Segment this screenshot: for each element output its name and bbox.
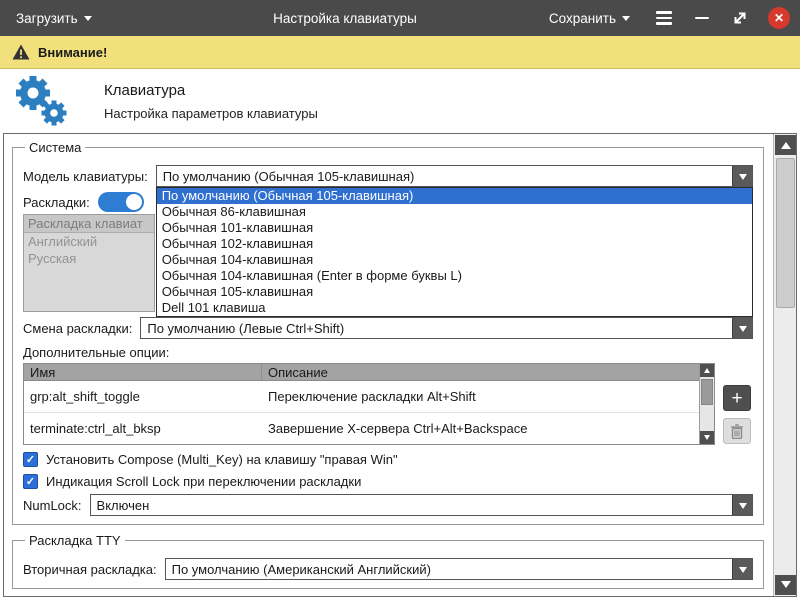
model-dropdown-list: По умолчанию (Обычная 105-клавишная)Обыч… (156, 187, 753, 317)
tty-group-label: Раскладка TTY (25, 533, 125, 548)
layout-list-item: Русская (24, 250, 154, 267)
close-button[interactable]: ✕ (768, 7, 790, 29)
options-table-area: Имя Описание grp:alt_shift_toggleПереклю… (23, 363, 753, 445)
switch-value: По умолчанию (Левые Ctrl+Shift) (141, 318, 732, 338)
hamburger-icon (656, 11, 672, 14)
system-group-label: Система (25, 140, 85, 155)
hamburger-menu-button[interactable] (654, 8, 674, 28)
expand-icon (732, 10, 748, 26)
model-option[interactable]: Обычная 102-клавишная (157, 236, 752, 252)
model-value: По умолчанию (Обычная 105-клавишная) (157, 166, 732, 186)
options-table-scrollbar[interactable] (699, 364, 714, 444)
load-menu-button[interactable]: Загрузить (10, 6, 98, 31)
scrolllock-checkbox-label[interactable]: Индикация Scroll Lock при переключении р… (46, 474, 361, 489)
window-title: Настройка клавиатуры (150, 11, 540, 26)
model-option[interactable]: Обычная 86-клавишная (157, 204, 752, 220)
options-table-buttons: + (723, 385, 753, 444)
settings-panel: Система Модель клавиатуры: По умолчанию … (3, 133, 797, 597)
model-combobox[interactable]: По умолчанию (Обычная 105-клавишная) По … (156, 165, 753, 187)
layout-list: АнглийскийРусская (24, 233, 154, 267)
page-header: Клавиатура Настройка параметров клавиату… (0, 69, 800, 133)
minimize-button[interactable] (692, 8, 712, 28)
layout-list-header: Раскладка клавиат (24, 215, 154, 233)
numlock-value: Включен (91, 495, 732, 515)
titlebar-actions: Сохранить ✕ (543, 0, 790, 36)
scroll-down-button[interactable] (775, 575, 796, 595)
compose-checkbox[interactable]: ✓ (23, 452, 38, 467)
toggle-knob (126, 194, 142, 210)
titlebar: Загрузить Настройка клавиатуры Сохранить (0, 0, 800, 36)
options-table-row[interactable]: terminate:ctrl_alt_bkspЗавершение X-серв… (24, 413, 699, 445)
column-header-name[interactable]: Имя (24, 364, 262, 380)
options-label: Дополнительные опции: (23, 345, 753, 360)
close-icon: ✕ (774, 11, 784, 25)
page-subtitle: Настройка параметров клавиатуры (104, 106, 318, 121)
switch-row: Смена раскладки: По умолчанию (Левые Ctr… (23, 317, 753, 339)
model-option[interactable]: Обычная 104-клавишная (157, 252, 752, 268)
numlock-row: NumLock: Включен (23, 494, 753, 516)
check-icon: ✓ (26, 453, 35, 466)
minimize-icon (695, 17, 709, 20)
secondary-layout-value: По умолчанию (Американский Английский) (166, 559, 732, 579)
delete-option-button[interactable] (723, 418, 751, 444)
chevron-down-icon (84, 16, 92, 25)
options-table-body: grp:alt_shift_toggleПереключение расклад… (24, 381, 699, 444)
plus-icon: + (731, 389, 742, 408)
layouts-label: Раскладки: (23, 195, 90, 210)
chevron-down-icon (622, 16, 630, 25)
model-option[interactable]: Обычная 101-клавишная (157, 220, 752, 236)
numlock-label: NumLock: (23, 498, 82, 513)
switch-combobox[interactable]: По умолчанию (Левые Ctrl+Shift) (140, 317, 753, 339)
load-menu-label: Загрузить (16, 11, 78, 26)
header-text: Клавиатура Настройка параметров клавиату… (104, 82, 318, 121)
main-scrollbar[interactable] (773, 134, 796, 596)
trash-icon (730, 424, 744, 439)
secondary-layout-row: Вторичная раскладка: По умолчанию (Амери… (23, 558, 753, 580)
model-option[interactable]: Обычная 104-клавишная (Enter в форме бук… (157, 268, 752, 284)
numlock-combobox[interactable]: Включен (90, 494, 753, 516)
compose-checkbox-label[interactable]: Установить Compose (Multi_Key) на клавиш… (46, 452, 398, 467)
model-option[interactable]: По умолчанию (Обычная 105-клавишная) (157, 188, 752, 204)
layout-listbox: Раскладка клавиат АнглийскийРусская (23, 214, 155, 312)
warning-text: Внимание! (38, 45, 107, 60)
system-group: Система Модель клавиатуры: По умолчанию … (12, 140, 764, 525)
warning-icon (12, 44, 30, 60)
layout-list-item: Английский (24, 233, 154, 250)
warning-bar: Внимание! (0, 36, 800, 69)
tty-group: Раскладка TTY Вторичная раскладка: По ум… (12, 533, 764, 589)
maximize-button[interactable] (730, 8, 750, 28)
options-table: Имя Описание grp:alt_shift_toggleПереклю… (23, 363, 715, 445)
chevron-down-icon[interactable] (732, 318, 752, 338)
layouts-toggle[interactable] (98, 192, 144, 212)
chevron-down-icon[interactable] (732, 166, 752, 186)
gears-icon (12, 73, 68, 129)
chevron-down-icon[interactable] (732, 559, 752, 579)
compose-checkbox-row: ✓ Установить Compose (Multi_Key) на клав… (23, 452, 753, 467)
settings-form: Система Модель клавиатуры: По умолчанию … (4, 134, 772, 596)
scrollbar-thumb[interactable] (701, 379, 713, 405)
scroll-up-button[interactable] (775, 135, 796, 155)
chevron-down-icon[interactable] (732, 495, 752, 515)
model-label: Модель клавиатуры: (23, 169, 148, 184)
check-icon: ✓ (26, 475, 35, 488)
scrolllock-checkbox[interactable]: ✓ (23, 474, 38, 489)
save-menu-label: Сохранить (549, 11, 616, 26)
options-table-header: Имя Описание (24, 364, 714, 381)
scrolllock-checkbox-row: ✓ Индикация Scroll Lock при переключении… (23, 474, 753, 489)
secondary-layout-combobox[interactable]: По умолчанию (Американский Английский) (165, 558, 753, 580)
save-menu-button[interactable]: Сохранить (543, 6, 636, 31)
scroll-down-icon[interactable] (700, 431, 714, 444)
model-row: Модель клавиатуры: По умолчанию (Обычная… (23, 165, 753, 187)
switch-label: Смена раскладки: (23, 321, 132, 336)
keyboard-settings-window: Загрузить Настройка клавиатуры Сохранить (0, 0, 800, 600)
secondary-layout-label: Вторичная раскладка: (23, 562, 157, 577)
page-title: Клавиатура (104, 82, 318, 99)
model-option[interactable]: Обычная 105-клавишная (157, 284, 752, 300)
options-table-row[interactable]: grp:alt_shift_toggleПереключение расклад… (24, 381, 699, 413)
scroll-up-icon[interactable] (700, 364, 714, 377)
column-header-description[interactable]: Описание (262, 364, 699, 380)
scrollbar-thumb[interactable] (776, 158, 795, 308)
model-option[interactable]: Dell 101 клавиша (157, 300, 752, 316)
add-option-button[interactable]: + (723, 385, 751, 411)
